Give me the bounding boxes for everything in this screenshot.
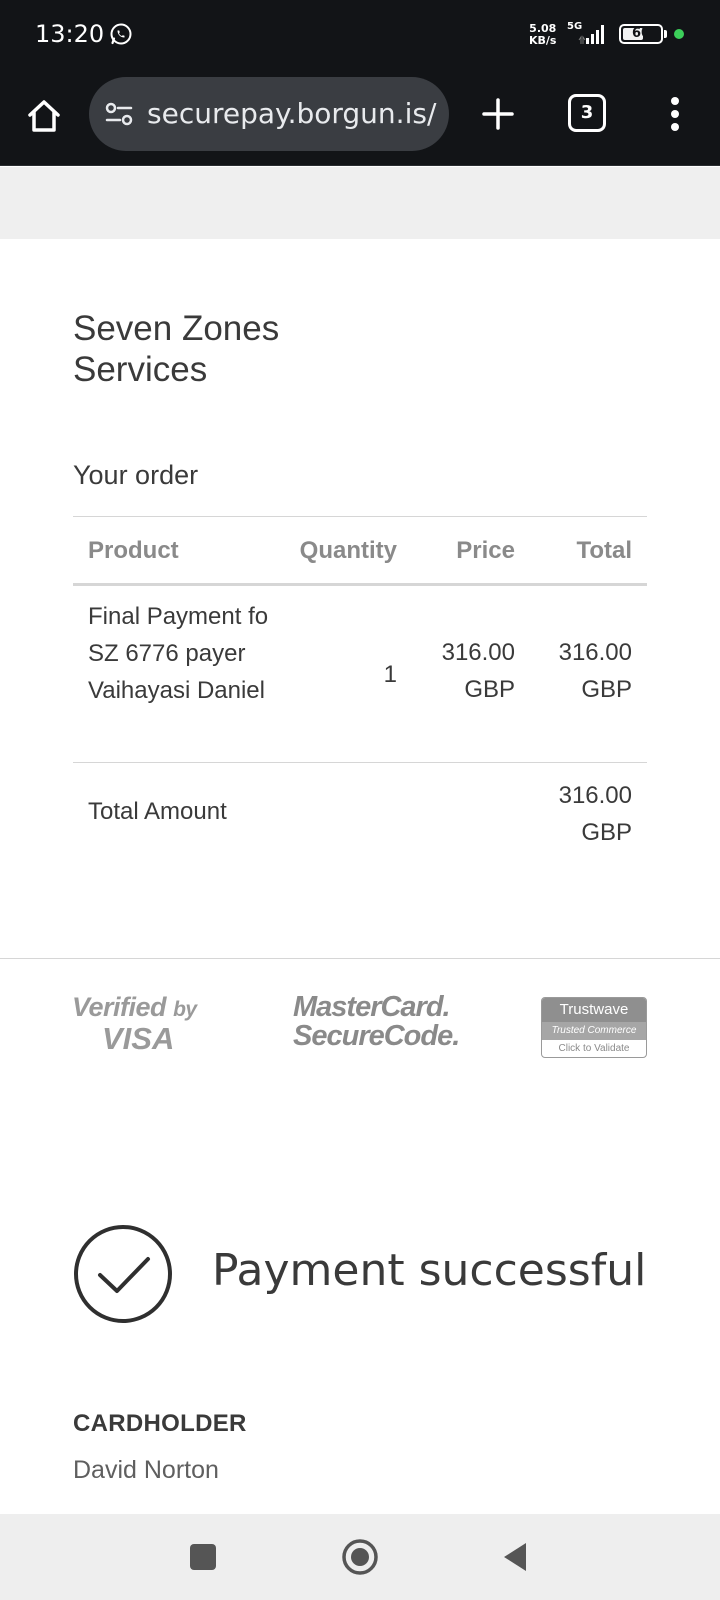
merchant-name: Seven Zones Services <box>73 309 280 389</box>
home-button[interactable] <box>20 92 68 140</box>
item-product: Final Payment fo SZ 6776 payer Vaihayasi… <box>88 603 269 704</box>
cardholder-label: CARDHOLDER <box>73 1410 247 1437</box>
column-header-price: Price <box>456 537 515 564</box>
plus-icon[interactable] <box>474 90 522 138</box>
column-header-total: Total <box>576 537 632 564</box>
signal-icon <box>578 25 604 44</box>
recents-icon[interactable] <box>183 1537 223 1577</box>
section-divider <box>0 958 720 959</box>
trustwave-seal-title: Trustwave <box>542 998 646 1022</box>
order-table: Product Quantity Price Total Final Payme… <box>73 516 647 873</box>
visa-logo-verified: Verified <box>72 992 167 1022</box>
battery-level-text: 60 <box>631 26 651 41</box>
address-bar[interactable]: securepay.borgun.is/s <box>89 77 449 151</box>
check-circle-icon <box>74 1225 172 1323</box>
total-amount-label: Total Amount <box>88 798 227 825</box>
home-icon <box>28 100 60 132</box>
total-row: Total Amount 316.00 GBP <box>73 763 647 873</box>
privacy-dot-icon <box>674 29 684 39</box>
trustwave-seal[interactable]: Trustwave Trusted Commerce Click to Vali… <box>541 997 647 1058</box>
trustwave-validate-link[interactable]: Click to Validate <box>542 1040 646 1057</box>
battery-icon: 60 <box>619 24 663 44</box>
trustwave-seal-subtitle: Trusted Commerce <box>542 1022 646 1040</box>
page-header-band <box>0 167 720 239</box>
tune-icon[interactable] <box>105 102 133 126</box>
column-header-quantity: Quantity <box>299 537 397 564</box>
item-quantity: 1 <box>383 661 397 688</box>
cardholder-name: David Norton <box>73 1456 219 1484</box>
system-nav-bar <box>0 1514 720 1600</box>
battery-tip <box>664 30 667 38</box>
visa-logo-by: by <box>173 998 197 1021</box>
column-header-product: Product <box>88 537 179 564</box>
status-time: 13:20 <box>35 20 105 48</box>
item-price: 316.00 GBP <box>441 639 515 703</box>
whatsapp-icon <box>110 23 132 45</box>
total-amount-value: 316.00 GBP <box>558 782 632 846</box>
more-vert-icon[interactable] <box>660 90 690 138</box>
mastercard-logo-line1: MasterCard. <box>293 991 451 1023</box>
net-speed-unit: KB/s <box>529 34 557 47</box>
order-heading: Your order <box>73 460 199 490</box>
home-circle-icon[interactable] <box>340 1537 380 1577</box>
status-bar: 13:20 5.08 KB/s 5G 60 <box>0 0 720 68</box>
net-speed: 5.08 KB/s <box>529 23 556 47</box>
tabs-icon[interactable]: 3 <box>568 94 606 132</box>
mastercard-logo-line2: SecureCode. <box>293 1020 460 1052</box>
table-row: Final Payment fo SZ 6776 payer Vaihayasi… <box>73 586 647 763</box>
payment-status-message: Payment successful <box>212 1245 647 1296</box>
mastercard-securecode-logo: MasterCard. SecureCode. <box>293 991 460 1052</box>
item-total: 316.00 GBP <box>558 639 632 703</box>
table-header-row: Product Quantity Price Total <box>73 516 647 586</box>
verified-by-visa-logo: Verified by VISA <box>72 993 202 1054</box>
url-text[interactable]: securepay.borgun.is/s <box>147 97 437 130</box>
browser-toolbar: securepay.borgun.is/s 3 <box>0 68 720 166</box>
visa-logo-visa: VISA <box>102 1021 175 1056</box>
back-icon[interactable] <box>496 1537 536 1577</box>
